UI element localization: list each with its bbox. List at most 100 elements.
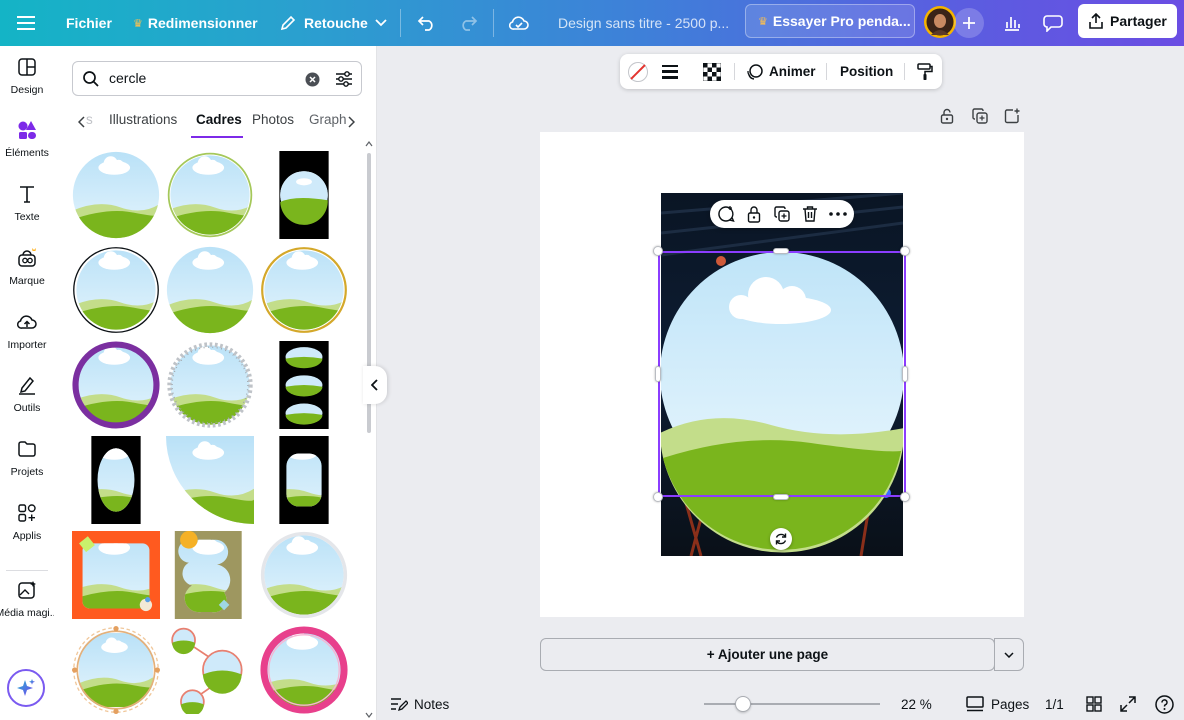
zoom-level[interactable]: 22 % xyxy=(901,688,932,720)
rail-item-design[interactable]: Design xyxy=(0,46,54,106)
rail-item-text[interactable]: Texte xyxy=(0,173,54,233)
rotate-handle[interactable] xyxy=(770,528,792,550)
animate-button[interactable]: Animer xyxy=(746,54,816,89)
comment-element-button[interactable] xyxy=(716,204,736,224)
frame-thumbnail[interactable] xyxy=(72,531,160,619)
magic-media-icon xyxy=(18,581,36,599)
notes-icon xyxy=(391,698,408,712)
clear-icon[interactable] xyxy=(305,72,320,87)
frame-thumbnail[interactable] xyxy=(166,531,254,619)
page-counter[interactable]: 1/1 xyxy=(1045,688,1064,720)
frame-thumbnail[interactable] xyxy=(72,246,160,334)
copy-style-button[interactable] xyxy=(914,54,936,89)
frame-thumbnail[interactable] xyxy=(260,341,348,429)
try-pro-button[interactable]: ♛ Essayer Pro penda... xyxy=(745,4,915,38)
fullscreen-button[interactable] xyxy=(1120,688,1138,720)
rail-item-apps[interactable]: Applis xyxy=(0,492,54,552)
chevron-right-icon[interactable] xyxy=(347,116,355,128)
tab-illustrations[interactable]: Illustrations xyxy=(109,112,177,127)
hamburger-icon[interactable] xyxy=(10,0,42,46)
search-input[interactable]: cercle xyxy=(109,62,146,95)
resize-handle-top-left[interactable] xyxy=(653,246,663,256)
chevron-left-icon[interactable] xyxy=(78,116,86,128)
more-options-button[interactable] xyxy=(828,204,848,224)
frame-thumbnail[interactable] xyxy=(166,436,254,524)
rotate-icon xyxy=(775,533,787,545)
cloud-save-button[interactable] xyxy=(503,0,535,46)
search-box[interactable]: cercle xyxy=(72,61,362,96)
pages-button[interactable]: Pages xyxy=(966,688,1029,720)
resize-handle-bottom-right[interactable] xyxy=(900,492,910,502)
transparency-button[interactable] xyxy=(700,54,724,89)
rail-item-magic-media[interactable]: Média magi... xyxy=(0,569,59,629)
resize-handle-left[interactable] xyxy=(655,366,661,382)
help-button[interactable] xyxy=(1155,688,1175,720)
resize-handle-right[interactable] xyxy=(902,366,908,382)
lock-icon xyxy=(747,206,761,223)
divider xyxy=(904,63,905,80)
file-menu-button[interactable]: Fichier xyxy=(66,0,112,46)
frame-thumbnail[interactable] xyxy=(260,151,348,239)
resize-handle-bottom-left[interactable] xyxy=(653,492,663,502)
frame-thumbnail[interactable] xyxy=(72,436,160,524)
more-horizontal-icon xyxy=(829,212,847,216)
avatar[interactable] xyxy=(923,5,957,39)
selection-box[interactable] xyxy=(658,251,906,497)
resize-handle-top-right[interactable] xyxy=(900,246,910,256)
duplicate-element-button[interactable] xyxy=(772,204,792,224)
frame-thumbnail[interactable] xyxy=(260,436,348,524)
frame-thumbnail[interactable] xyxy=(166,151,254,239)
design-title[interactable]: Design sans titre - 2500 p... xyxy=(558,0,728,46)
redo-icon xyxy=(462,16,478,31)
insights-button[interactable] xyxy=(996,0,1028,46)
share-button[interactable]: Partager xyxy=(1078,4,1177,38)
notes-button[interactable]: Notes xyxy=(390,688,449,720)
undo-button[interactable] xyxy=(411,0,443,46)
frame-thumbnail[interactable] xyxy=(260,246,348,334)
frame-thumbnail[interactable] xyxy=(166,626,254,714)
filter-icon[interactable] xyxy=(334,70,354,88)
delete-element-button[interactable] xyxy=(800,204,820,224)
lock-page-button[interactable] xyxy=(940,106,954,126)
collapse-panel-button[interactable] xyxy=(363,366,387,404)
resize-handle-bottom[interactable] xyxy=(773,494,789,500)
grid-view-button[interactable] xyxy=(1086,688,1104,720)
rail-item-brand[interactable]: Marque xyxy=(0,237,54,297)
resize-button[interactable]: ♛ Redimensionner xyxy=(133,0,258,46)
add-page-options-button[interactable] xyxy=(994,638,1024,671)
add-page-icon-button[interactable] xyxy=(1004,106,1020,126)
duplicate-page-button[interactable] xyxy=(972,106,988,126)
magic-assistant-button[interactable] xyxy=(7,669,45,707)
position-button[interactable]: Position xyxy=(840,54,893,89)
scroll-down-icon[interactable] xyxy=(365,712,373,718)
comment-button[interactable] xyxy=(1037,0,1069,46)
resize-handle-top[interactable] xyxy=(773,248,789,254)
lock-element-button[interactable] xyxy=(744,204,764,224)
rail-item-upload[interactable]: Importer xyxy=(0,301,54,361)
zoom-slider-track[interactable] xyxy=(704,703,880,705)
divider xyxy=(734,63,735,80)
tab-photos[interactable]: Photos xyxy=(252,112,294,127)
add-page-button[interactable]: + Ajouter une page xyxy=(540,638,995,671)
rail-item-tools[interactable]: Outils xyxy=(0,364,54,424)
rail-item-elements[interactable]: Éléments xyxy=(0,109,54,169)
frame-thumbnail[interactable] xyxy=(166,341,254,429)
tab-frames[interactable]: Cadres xyxy=(196,112,242,127)
tab-previous[interactable]: s xyxy=(86,112,93,127)
frame-thumbnail[interactable] xyxy=(166,246,254,334)
redo-button[interactable] xyxy=(452,0,484,46)
frame-thumbnail[interactable] xyxy=(72,341,160,429)
frame-thumbnail[interactable] xyxy=(72,151,160,239)
zoom-slider-handle[interactable] xyxy=(735,696,751,712)
border-style-button[interactable] xyxy=(658,54,682,89)
frame-thumbnail[interactable] xyxy=(260,531,348,619)
tab-graphics[interactable]: Graph xyxy=(309,112,347,127)
rail-item-projects[interactable]: Projets xyxy=(0,428,54,488)
frame-thumbnail[interactable] xyxy=(72,626,160,714)
frame-thumbnail[interactable] xyxy=(260,626,348,714)
edit-menu-button[interactable]: Retouche xyxy=(279,0,387,46)
scroll-up-icon[interactable] xyxy=(365,141,373,147)
color-button[interactable] xyxy=(626,54,650,89)
cloud-check-icon xyxy=(508,16,529,30)
invite-button[interactable] xyxy=(954,8,984,38)
